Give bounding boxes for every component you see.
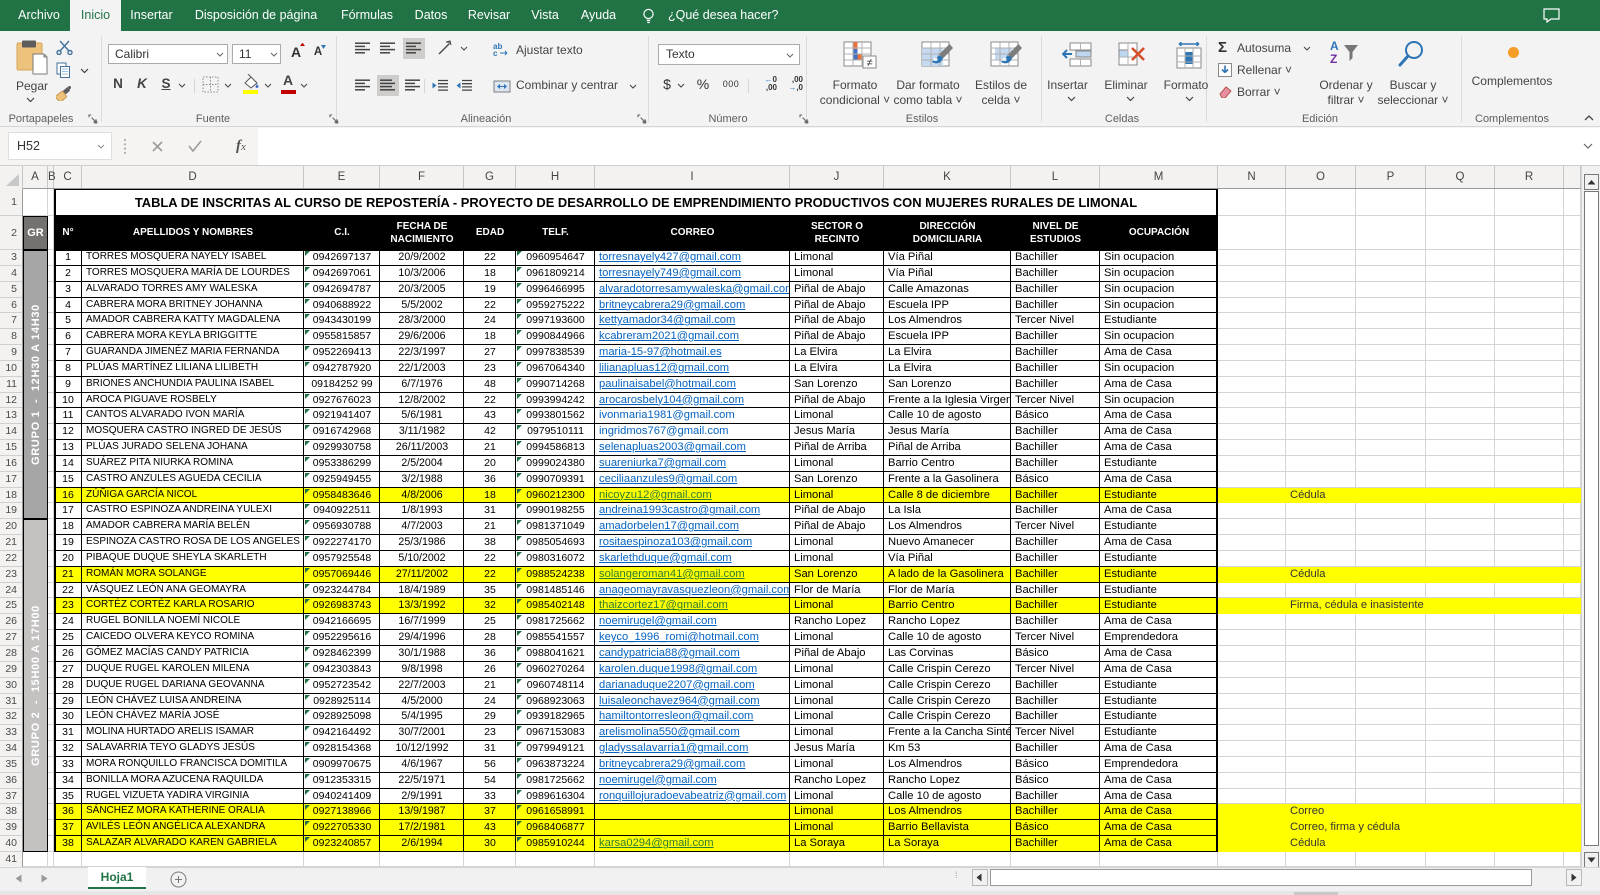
svg-text:≠: ≠ xyxy=(866,57,872,69)
